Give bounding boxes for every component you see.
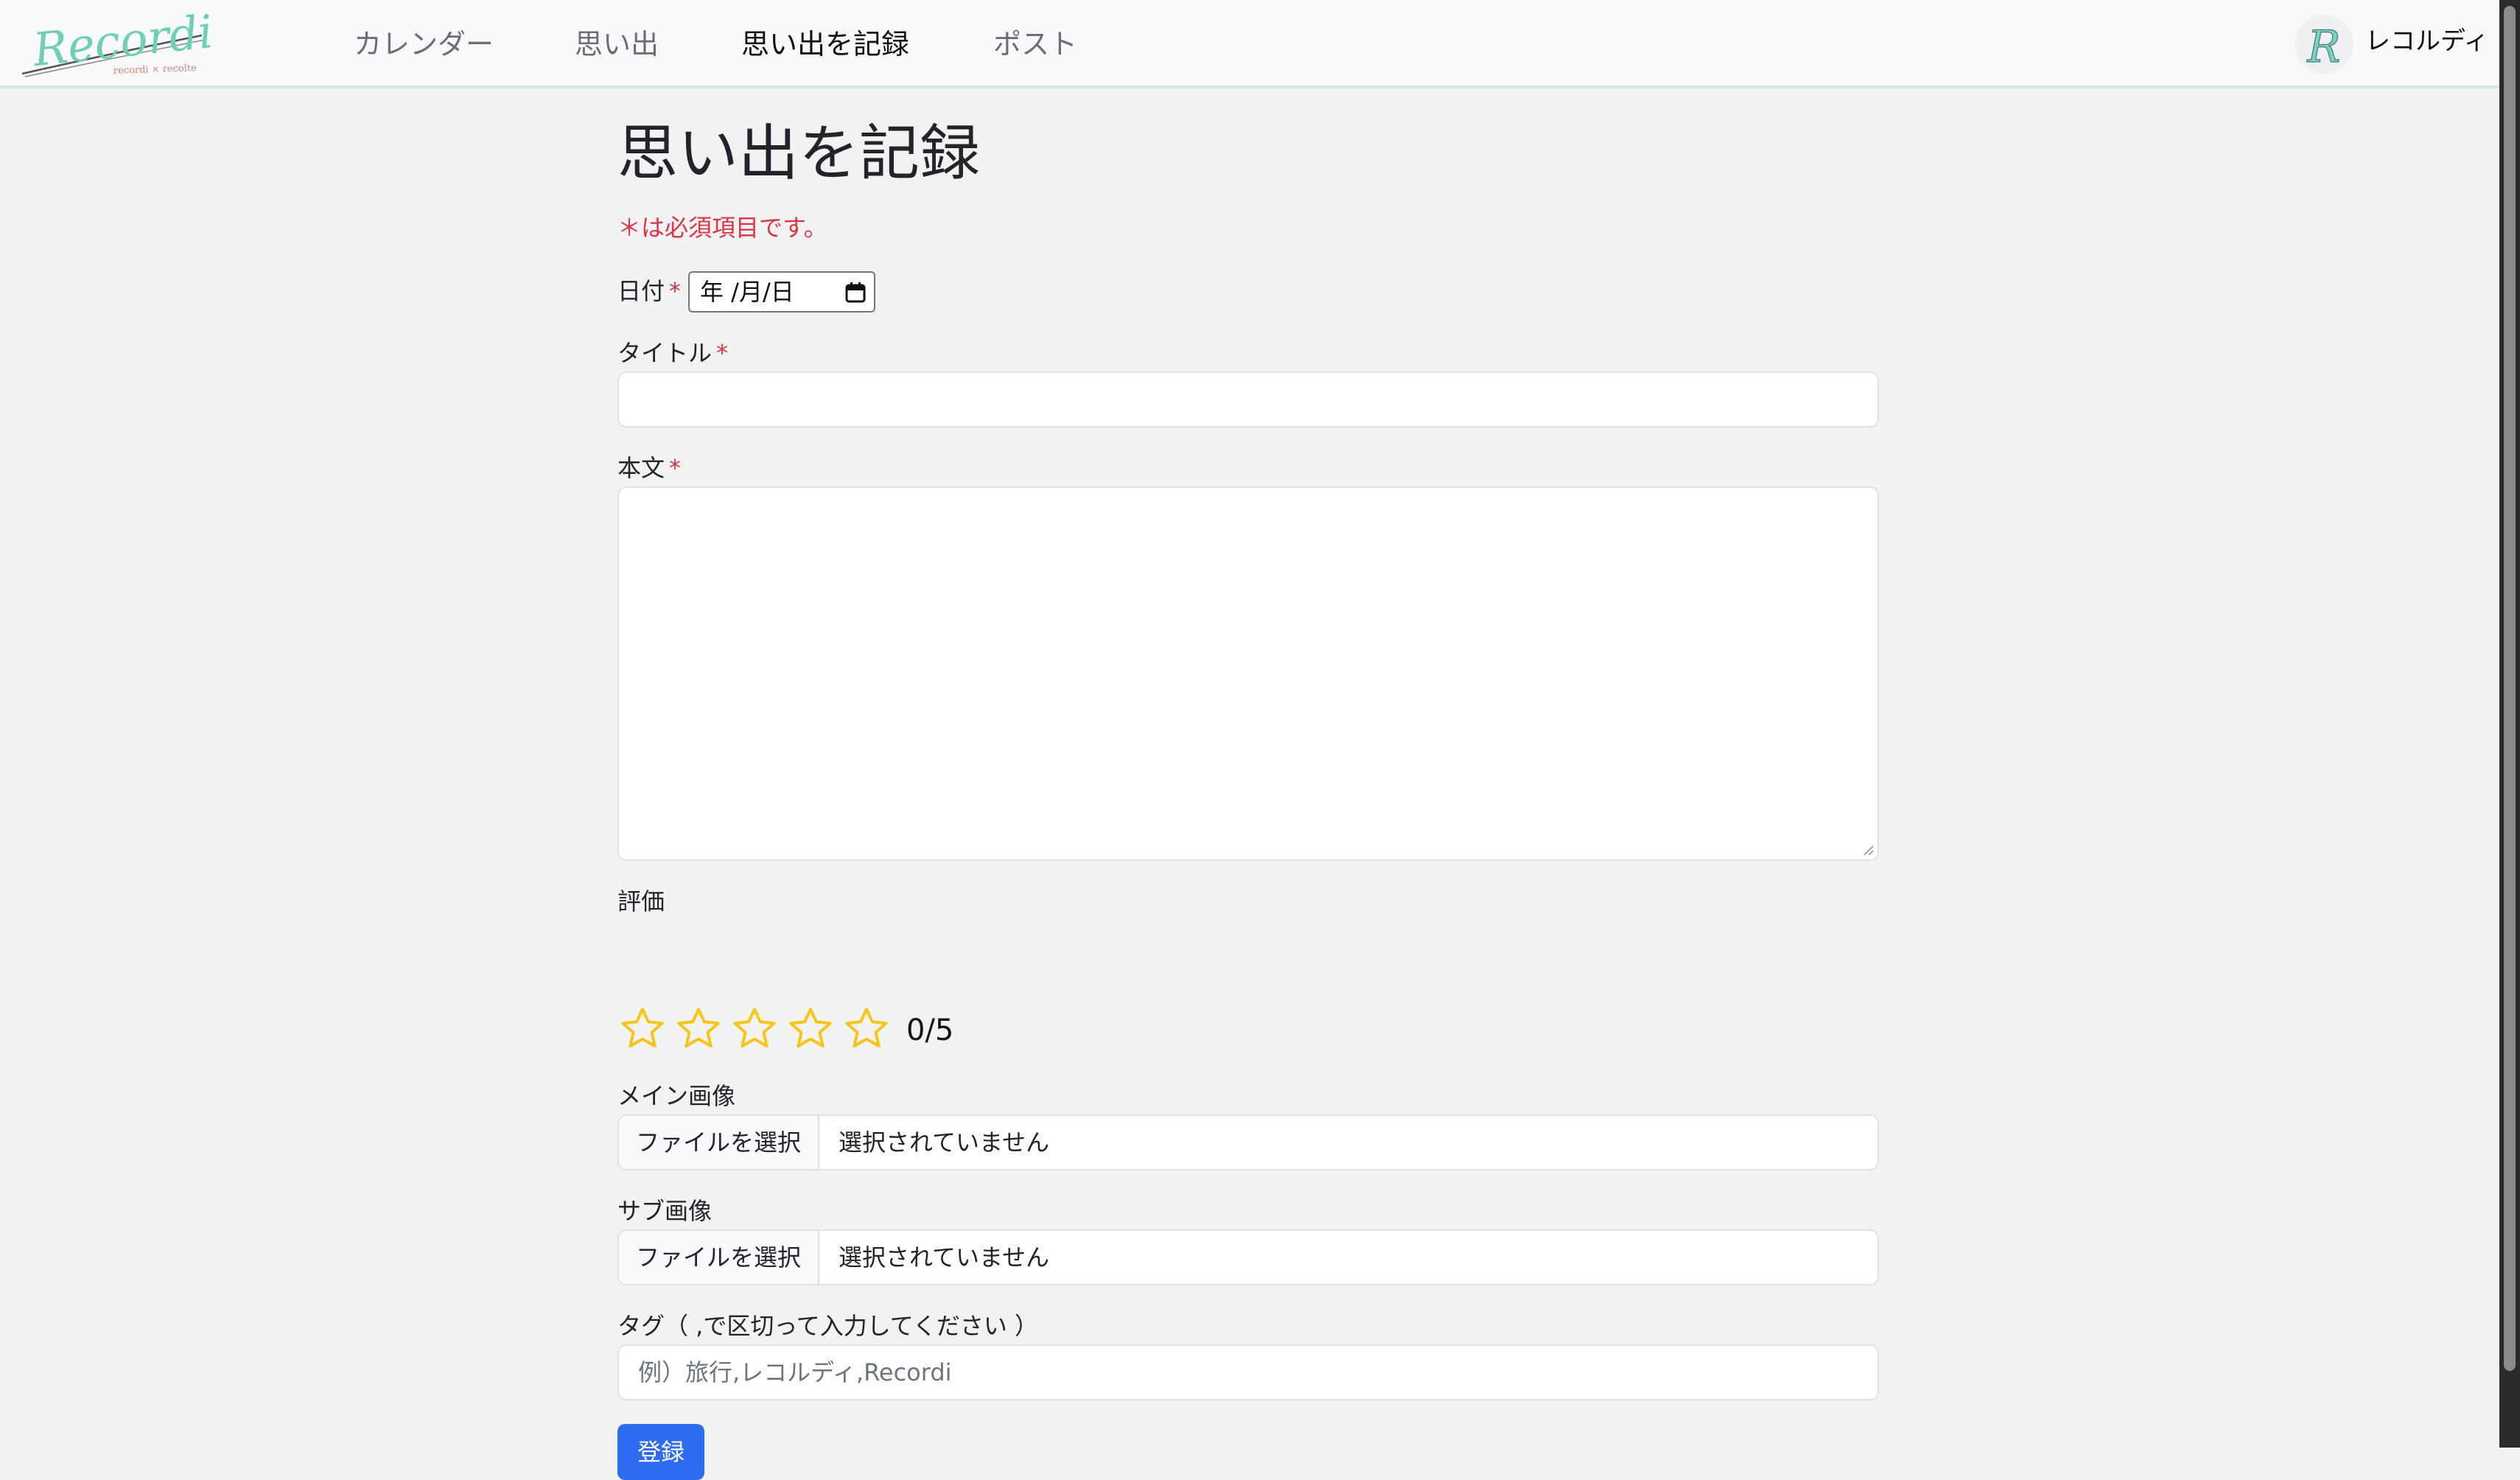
body-label: 本文 * [617, 451, 681, 485]
main-image-file-input[interactable]: ファイルを選択 選択されていません [617, 1114, 1879, 1170]
tags-label: タグ（ ,で区切って入力してください ） [617, 1312, 1038, 1340]
recordi-logo[interactable]: Recordi recordi × recolte [18, 6, 211, 83]
date-label-text: 日付 [617, 277, 665, 305]
vertical-scrollbar[interactable] [2499, 0, 2520, 1448]
main-image-choose-button[interactable]: ファイルを選択 [619, 1116, 819, 1169]
top-navbar: Recordi recordi × recolte カレンダー 思い出 思い出を… [0, 0, 2499, 88]
page-viewport: Recordi recordi × recolte カレンダー 思い出 思い出を… [0, 0, 2499, 1480]
avatar-letter-icon: R [2306, 21, 2341, 73]
body-label-text: 本文 [617, 454, 665, 482]
title-input[interactable] [617, 371, 1879, 427]
svg-text:recordi × recolte: recordi × recolte [113, 63, 197, 77]
sub-image-choose-button[interactable]: ファイルを選択 [619, 1231, 819, 1284]
star-icon[interactable] [673, 1004, 724, 1054]
sub-image-label: サブ画像 [617, 1197, 713, 1225]
tags-input-placeholder: 例）旅行,レコルディ,Recordi [638, 1358, 952, 1386]
tags-input[interactable]: 例）旅行,レコルディ,Recordi [617, 1344, 1879, 1400]
scrollbar-thumb[interactable] [2504, 6, 2516, 1371]
svg-text:R: R [2306, 21, 2340, 73]
title-label: タイトル * [617, 336, 728, 370]
date-label: 日付 * [617, 274, 681, 308]
required-asterisk: * [669, 454, 682, 482]
required-asterisk: * [669, 277, 682, 305]
date-input-value: 年 /月/日 [700, 278, 794, 306]
star-icon[interactable] [785, 1004, 836, 1054]
rating-label: 評価 [617, 887, 665, 915]
rating-count: 0/5 [906, 1013, 954, 1047]
required-note: ＊は必須項目です。 [617, 214, 827, 242]
sub-image-file-input[interactable]: ファイルを選択 選択されていません [617, 1229, 1879, 1285]
sub-image-status: 選択されていません [839, 1243, 1050, 1271]
nav-record-memory[interactable]: 思い出を記録 [741, 22, 909, 66]
page-title: 思い出を記録 [617, 119, 981, 189]
date-input[interactable]: 年 /月/日 [688, 271, 875, 313]
star-icon[interactable] [729, 1004, 780, 1054]
required-asterisk: * [716, 339, 729, 367]
nav-memories[interactable]: 思い出 [575, 22, 659, 66]
user-name[interactable]: レコルディ [2365, 19, 2489, 63]
body-textarea[interactable] [617, 486, 1879, 861]
main-image-status: 選択されていません [839, 1128, 1050, 1156]
nav-post[interactable]: ポスト [993, 22, 1077, 66]
star-icon[interactable] [841, 1004, 892, 1054]
nav-calendar[interactable]: カレンダー [354, 22, 494, 66]
title-label-text: タイトル [617, 339, 713, 367]
main-image-label: メイン画像 [617, 1082, 736, 1110]
calendar-icon[interactable] [844, 282, 867, 304]
submit-button[interactable]: 登録 [617, 1424, 704, 1480]
user-avatar[interactable]: R [2295, 15, 2353, 74]
resize-grip-icon[interactable] [1861, 843, 1875, 856]
star-icon[interactable] [617, 1004, 668, 1054]
